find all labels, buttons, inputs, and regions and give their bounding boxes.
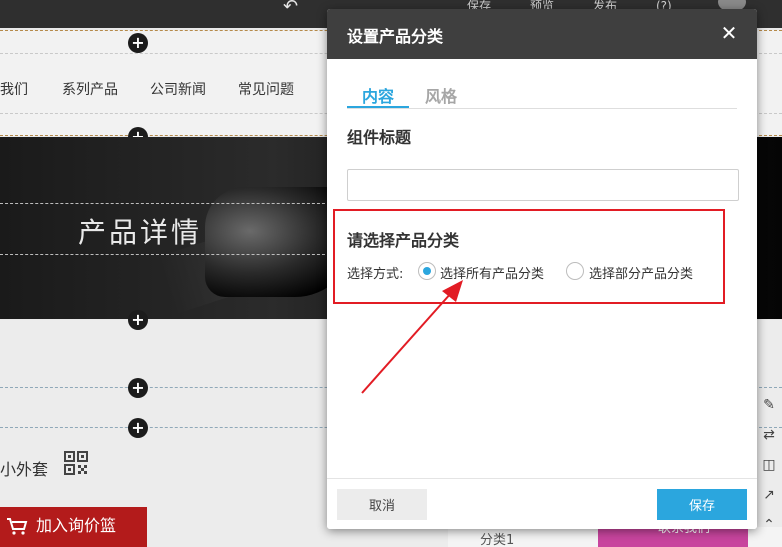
radio-some-categories[interactable] [566,262,584,280]
site-nav-item[interactable]: 我们 [0,79,28,99]
tab-content[interactable]: 内容 [347,83,409,107]
banner-title: 产品详情 [78,216,203,249]
dialog-title: 设置产品分类 [347,27,444,46]
bottom-strip: 分类1 联系我们 [448,522,782,547]
dialog-tabs: 内容 风格 [347,81,737,109]
component-title-input[interactable] [347,169,739,201]
contact-us-button[interactable]: 联系我们 [598,522,748,547]
save-button[interactable]: 保存 [657,489,747,520]
dialog-header: 设置产品分类 ✕ [327,9,757,59]
category-item[interactable]: 分类1 [480,529,514,547]
swap-icon[interactable]: ⇄ [756,427,782,443]
selection-method-label: 选择方式: [347,267,404,282]
dialog-footer: 取消 保存 [327,478,757,529]
edit-icon[interactable]: ✎ [756,397,782,413]
add-section-plus-icon[interactable]: + [128,378,148,398]
product-name-text: 小外套 [0,460,49,479]
add-to-inquiry-label: 加入询价篮 [36,516,117,535]
radio-some-categories-label[interactable]: 选择部分产品分类 [589,263,693,282]
site-nav-item[interactable]: 系列产品 [62,79,118,99]
undo-icon[interactable]: ↶ [283,0,298,17]
annotation-highlight-box [333,209,725,304]
cart-icon [7,518,28,535]
category-section-label: 请选择产品分类 [347,231,460,250]
add-to-inquiry-button[interactable]: 加入询价篮 [0,507,147,547]
radio-all-categories-label[interactable]: 选择所有产品分类 [440,263,544,282]
add-section-plus-icon[interactable]: + [128,33,148,53]
chevron-up-icon[interactable]: ⌃ [756,517,782,533]
add-section-plus-icon[interactable]: + [128,310,148,330]
qr-code-icon[interactable] [64,451,88,475]
close-icon[interactable]: ✕ [717,21,741,45]
radio-all-categories[interactable] [418,262,436,280]
component-title-label: 组件标题 [347,128,412,147]
layout-icon[interactable]: ◫ [756,457,782,473]
site-nav-item[interactable]: 公司新闻 [150,79,206,99]
add-section-plus-icon[interactable]: + [128,418,148,438]
cancel-button[interactable]: 取消 [337,489,427,520]
active-tab-indicator [347,106,409,108]
tab-style[interactable]: 风格 [425,83,457,107]
set-product-category-dialog: 设置产品分类 ✕ 内容 风格 组件标题 请选择产品分类 选择方式: 选择所有产品… [327,9,757,529]
right-tool-column: ✎ ⇄ ◫ ↗ ⌃ [756,395,782,545]
external-link-icon[interactable]: ↗ [756,487,782,503]
site-nav-item[interactable]: 常见问题 [238,79,294,99]
